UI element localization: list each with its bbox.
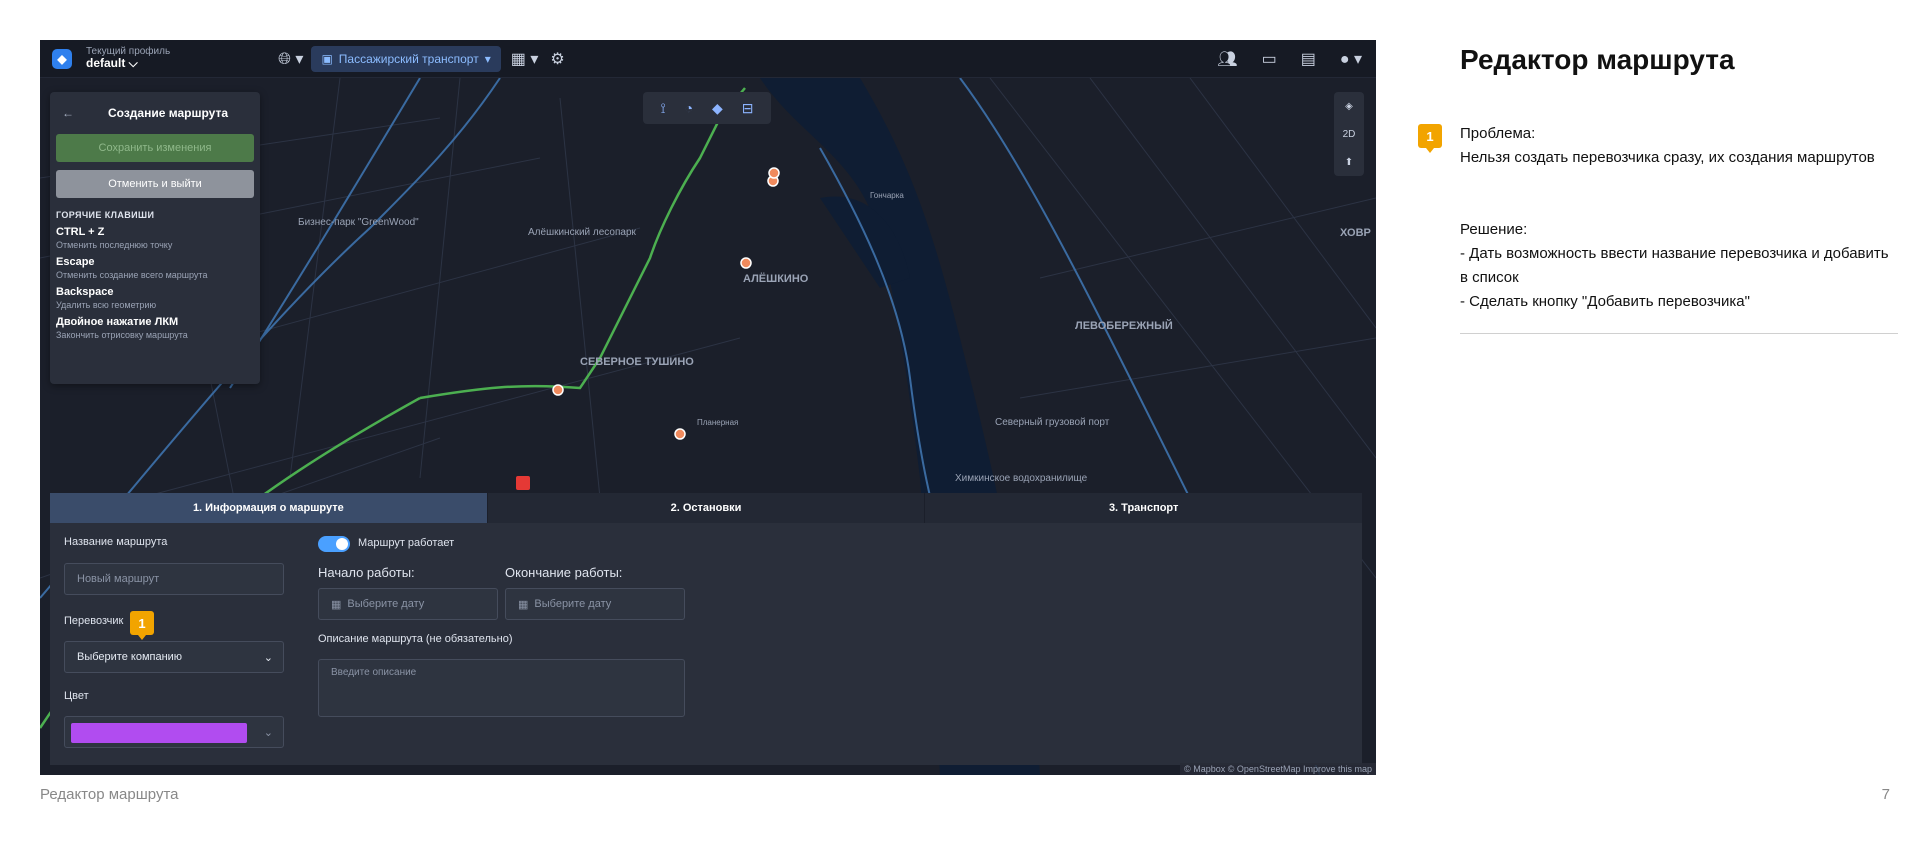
route-stop (674, 428, 686, 440)
hotkey-item: Escape Отменить создание всего маршрута (56, 256, 254, 280)
layout-grid-icon[interactable]: ▦ ▾ (511, 49, 539, 69)
end-date-input[interactable]: ▦ Выберите дату (505, 588, 685, 620)
route-stop (768, 167, 780, 179)
hotkey-key: Escape (56, 256, 95, 268)
tab-stops[interactable]: 2. Остановки (487, 493, 926, 523)
map-label: ХОВР (1340, 227, 1371, 239)
cancel-and-exit-button[interactable]: Отменить и выйти (56, 170, 254, 198)
form-tabs: 1. Информация о маршруте 2. Остановки 3.… (50, 493, 1363, 523)
color-label: Цвет (64, 690, 89, 702)
map-label: Гончарка (870, 191, 904, 200)
calendar-icon: ▦ (518, 598, 529, 611)
route-working-label: Маршрут работает (358, 537, 455, 549)
map-label: СЕВЕРНОЕ ТУШИНО (580, 356, 694, 368)
end-date-placeholder: Выберите дату (534, 598, 612, 610)
map-label: Планерная (697, 418, 738, 427)
hotkey-item: Двойное нажатие ЛКМ Закончить отрисовку … (56, 316, 254, 340)
users-icon[interactable]: 👥︎ (1217, 49, 1237, 69)
map-label: Северный грузовой порт (995, 417, 1110, 428)
hotkeys-title: ГОРЯЧИЕ КЛАВИШИ (56, 210, 155, 220)
bus-stop-icon[interactable]: ⊟ (742, 100, 754, 117)
diamond-icon[interactable]: ◆ (712, 100, 723, 117)
map-attribution[interactable]: © Mapbox © OpenStreetMap Improve this ma… (1180, 763, 1376, 775)
tab-transport[interactable]: 3. Транспорт (925, 493, 1363, 523)
transport-type-label: Пассажирский транспорт (338, 51, 479, 66)
map-label: Бизнес-парк "GreenWood" (298, 217, 419, 228)
hotkey-desc: Отменить создание всего маршрута (56, 270, 208, 280)
back-arrow-icon[interactable]: ← (62, 106, 74, 120)
footer-title: Редактор маршрута (40, 786, 179, 803)
hotkey-key: Backspace (56, 286, 114, 298)
map-label: Алёшкинский лесопарк (528, 227, 637, 238)
compass-icon[interactable]: ⬆ (1345, 157, 1353, 168)
chevron-down-icon: ⌄ (263, 726, 273, 739)
map-label: ЛЕВОБЕРЕЖНЫЙ (1075, 319, 1173, 332)
description-textarea[interactable]: Введите описание (318, 659, 685, 717)
color-select[interactable]: ⌄ (64, 716, 284, 748)
layers-icon[interactable]: ◈ (1345, 101, 1353, 112)
end-time-label: Окончание работы: (505, 565, 623, 580)
route-creation-panel: ← Создание маршрута Сохранить изменения … (50, 92, 260, 384)
profile-value: default ⌵ (86, 56, 138, 71)
car-settings-icon[interactable]: ⚙ (550, 49, 564, 69)
map-controls: ◈ 2D ⬆ (1334, 92, 1364, 176)
carrier-select[interactable]: Выберите компанию ⌄ (64, 641, 284, 673)
globe-icon[interactable]: 🌐︎ ▾ (278, 49, 303, 69)
app-screenshot: Бизнес-парк "GreenWood" Алёшкинский лесо… (40, 40, 1376, 775)
panel-header: ← Создание маршрута (56, 100, 254, 126)
route-name-label: Название маршрута (64, 536, 168, 548)
view-2d-toggle[interactable]: 2D (1343, 129, 1356, 140)
start-date-input[interactable]: ▦ Выберите дату (318, 588, 498, 620)
description-label: Описание маршрута (не обязательно) (318, 633, 513, 645)
user-avatar-icon[interactable]: ● ▾ (1340, 49, 1362, 69)
route-stop (552, 384, 564, 396)
hotkey-key: Двойное нажатие ЛКМ (56, 316, 179, 328)
map-drawing-toolbar: ⟟ ◔ ◆ ⊟ (643, 92, 771, 124)
problem-text: Нельзя создать перевозчика сразу, их соз… (1460, 149, 1875, 166)
hotkey-key: CTRL + Z (56, 226, 105, 238)
color-swatch (71, 723, 247, 743)
chevron-down-icon: ⌄ (263, 651, 273, 664)
chevron-down-icon: ▾ (484, 51, 491, 66)
calendar-icon: ▦ (331, 598, 342, 611)
carrier-select-value: Выберите компанию (77, 651, 183, 663)
bus-icon: ▣ (321, 51, 333, 66)
app-topbar: ◆ Текущий профиль default ⌵ 🌐︎ ▾ ▣ Пасса… (40, 40, 1376, 78)
speedometer-icon[interactable]: ◔ (685, 100, 693, 116)
tab-route-info[interactable]: 1. Информация о маршруте (50, 493, 488, 523)
start-date-placeholder: Выберите дату (347, 598, 425, 610)
page-number: 7 (1881, 786, 1890, 803)
hotkey-item: Backspace Удалить всю геометрию (56, 286, 254, 310)
app-logo[interactable]: ◆ (52, 48, 72, 69)
notes-divider (1460, 333, 1898, 334)
route-info-form: 1. Информация о маршруте 2. Остановки 3.… (50, 493, 1363, 765)
route-name-input[interactable]: Новый маршрут (64, 563, 284, 595)
hotkey-item: CTRL + Z Отменить последнюю точку (56, 226, 254, 250)
start-time-label: Начало работы: (318, 565, 415, 580)
annotation-marker: 1 (130, 611, 154, 640)
hotkey-desc: Отменить последнюю точку (56, 240, 173, 250)
solution-item: - Сделать кнопку "Добавить перевозчика" (1460, 293, 1750, 310)
problem-label: Проблема: (1460, 125, 1536, 142)
solution-item: - Дать возможность ввести название перев… (1460, 245, 1889, 286)
panel-title: Создание маршрута (108, 106, 228, 120)
hotkey-desc: Удалить всю геометрию (56, 300, 157, 310)
annotation-marker: 1 (1418, 124, 1442, 153)
route-draw-icon[interactable]: ⟟ (660, 100, 665, 117)
profile-selector[interactable]: Текущий профиль default ⌵ (86, 46, 170, 70)
clipboard-icon[interactable]: ▤ (1301, 49, 1316, 69)
notes-title: Редактор маршрута (1460, 44, 1735, 75)
save-changes-button[interactable]: Сохранить изменения (56, 134, 254, 162)
archive-icon[interactable]: ▭ (1262, 49, 1277, 69)
transport-type-selector[interactable]: ▣ Пассажирский транспорт ▾ (311, 45, 501, 72)
hotkey-desc: Закончить отрисовку маршрута (56, 330, 188, 340)
map-label: АЛЁШКИНО (743, 272, 809, 285)
route-working-toggle[interactable] (318, 536, 350, 552)
carrier-label: Перевозчик (64, 615, 124, 627)
vehicle-marker (516, 476, 530, 490)
map-label: Химкинское водохранилище (955, 473, 1088, 484)
topbar-right-actions: 👥︎ ▭ ▤ ● ▾ (1217, 40, 1362, 78)
route-stop (740, 257, 752, 269)
solution-label: Решение: (1460, 221, 1528, 238)
